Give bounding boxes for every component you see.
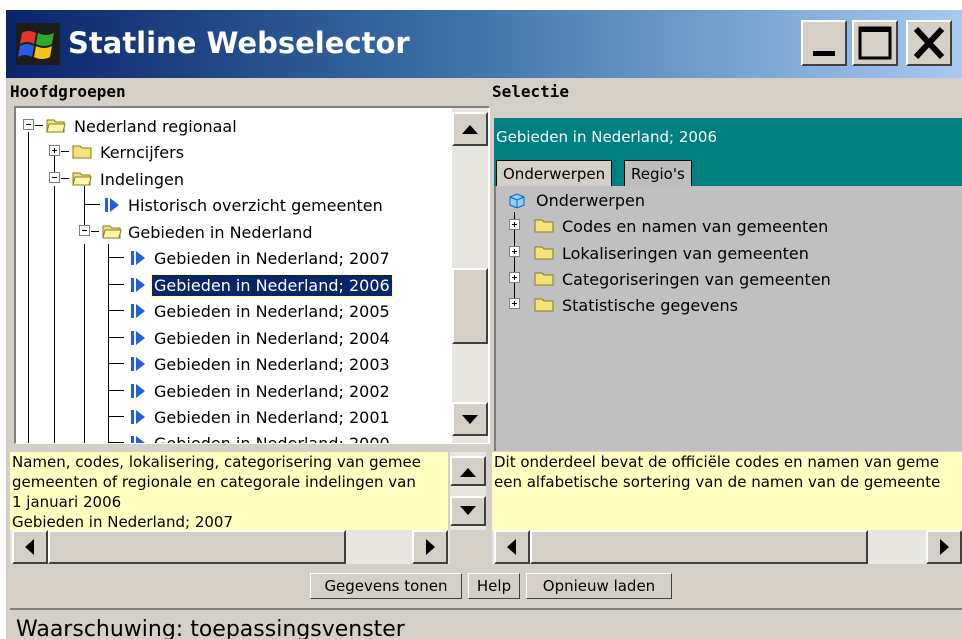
title-bar[interactable]: Statline Webselector [6, 10, 962, 78]
scroll-up-button[interactable] [452, 112, 488, 146]
hoofdgroepen-heading: Hoofdgroepen [10, 82, 126, 101]
status-bar: Waarschuwing: toepassingsvenster [10, 608, 962, 639]
expand-toggle[interactable] [509, 246, 520, 257]
tab-onderwerpen[interactable]: Onderwerpen [496, 160, 613, 186]
arrow-down-icon [460, 506, 476, 515]
description-line: een alfabetische sortering van de namen … [494, 473, 941, 491]
description-line: Dit onderdeel bevat de officiële codes e… [494, 453, 940, 471]
selectie-tree[interactable]: Onderwerpen Codes en namen van gemeenten… [494, 186, 962, 451]
table-icon [131, 304, 145, 318]
arrow-right-icon [940, 539, 949, 555]
expand-toggle[interactable] [509, 219, 520, 230]
collapse-toggle[interactable] [79, 225, 90, 236]
scroll-thumb[interactable] [48, 530, 346, 564]
selection-title: Gebieden in Nederland; 2006 [494, 118, 962, 156]
opnieuw-laden-button[interactable]: Opnieuw laden [526, 573, 672, 599]
folder-icon [534, 298, 554, 312]
minimize-button[interactable] [801, 20, 847, 66]
tree-scrollbar[interactable] [452, 108, 488, 443]
tree-connector [28, 132, 29, 443]
arrow-left-icon [507, 539, 516, 555]
status-text: Waarschuwing: toepassingsvenster [16, 617, 405, 639]
expand-toggle[interactable] [509, 272, 520, 283]
arrow-down-icon [462, 415, 478, 424]
maximize-icon [858, 26, 892, 60]
tree-connector [54, 186, 55, 443]
folder-icon [534, 219, 554, 233]
maximize-button[interactable] [852, 20, 898, 66]
arrow-up-icon [460, 468, 476, 477]
description-line: gemeenten of regionale en categorale ind… [12, 473, 416, 491]
scroll-thumb[interactable] [530, 530, 868, 564]
table-icon [131, 410, 145, 424]
table-icon [105, 198, 119, 212]
folder-open-icon [46, 119, 66, 133]
tree-connector [84, 244, 85, 443]
scroll-right-button[interactable] [926, 530, 962, 564]
scroll-up-button[interactable] [450, 456, 486, 486]
scroll-left-button[interactable] [494, 530, 530, 564]
folder-open-icon [102, 225, 122, 239]
folder-open-icon [72, 172, 92, 186]
selectie-heading: Selectie [492, 82, 570, 101]
folder-icon [534, 272, 554, 286]
folder-icon [534, 246, 554, 260]
description-scrollbar[interactable] [450, 452, 486, 530]
window-title: Statline Webselector [68, 26, 410, 60]
description-line: Gebieden in Nederland; 2007 [12, 513, 233, 530]
table-icon [131, 436, 145, 443]
minimize-icon [813, 51, 835, 56]
expand-toggle[interactable] [49, 145, 60, 156]
scroll-down-button[interactable] [452, 402, 488, 436]
table-icon [131, 384, 145, 398]
table-icon [131, 331, 145, 345]
selectie-hscrollbar[interactable] [492, 530, 962, 564]
close-button[interactable] [906, 20, 952, 66]
gegevens-tonen-button[interactable]: Gegevens tonen [310, 573, 462, 599]
scroll-down-button[interactable] [450, 496, 486, 526]
folder-icon [72, 145, 92, 159]
table-icon [131, 251, 145, 265]
scroll-right-button[interactable] [412, 530, 448, 564]
help-button[interactable]: Help [468, 573, 520, 599]
app-window: Statline Webselector Hoofdgroepen Select… [4, 10, 962, 639]
description-line: 1 januari 2006 [12, 493, 122, 511]
arrow-right-icon [426, 539, 435, 555]
scroll-left-button[interactable] [12, 530, 48, 564]
hoofdgroepen-tree[interactable]: Nederland regionaal Kerncijfers Indeling… [14, 106, 490, 444]
collapse-toggle[interactable] [49, 172, 60, 183]
tree-connector [108, 244, 109, 443]
table-icon [131, 357, 145, 371]
collapse-toggle[interactable] [23, 119, 34, 130]
description-hscrollbar[interactable] [10, 530, 450, 564]
description-line: Namen, codes, lokalisering, categoriseri… [12, 453, 421, 471]
scroll-thumb[interactable] [452, 268, 488, 344]
arrow-left-icon [25, 539, 34, 555]
close-icon [913, 26, 945, 60]
table-icon [131, 278, 145, 292]
arrow-up-icon [462, 125, 478, 134]
selectie-description: Dit onderdeel bevat de officiële codes e… [492, 452, 962, 530]
tab-strip: Onderwerpen Regio's [494, 156, 962, 186]
windows-logo-icon [16, 23, 60, 65]
cube-icon [509, 193, 525, 209]
expand-toggle[interactable] [509, 298, 520, 309]
hoofdgroepen-description: Namen, codes, lokalisering, categoriseri… [10, 452, 448, 530]
tab-regios[interactable]: Regio's [624, 160, 692, 186]
